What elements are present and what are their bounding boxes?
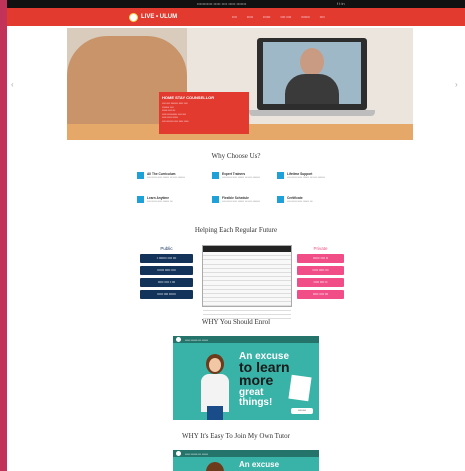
private-button[interactable]: •••••• •••• •• [297,254,344,263]
feature-icon [137,172,144,179]
feature-icon [277,172,284,179]
video-player[interactable]: ••••• ••••••• ••• •••••• An excuse to le… [173,336,319,420]
feature-item: Certificate •••• •••••• ••••• ••••••• ••• [277,196,347,216]
nav-item[interactable]: •••• [320,15,325,19]
video-section-title: WHY You Should Enrol [201,318,271,326]
comparison-table [202,245,292,319]
feature-icon [212,196,219,203]
feature-item: Flexible Schedule •••• •••••• ••••• •••••… [212,196,282,216]
slider-next-icon[interactable]: › [455,80,458,89]
top-info-bar: ••••••••••• ••••• •••• ••••• ••••••• f t… [7,0,465,8]
site-logo[interactable]: LIVE • ULUM [129,11,177,23]
hero-heading: HOME STAY COUNSELLOR [162,95,215,100]
video-sign-button[interactable]: •••• •••• [291,408,313,414]
private-heading: Private [313,246,328,251]
nav-item[interactable]: ••••••• [301,15,310,19]
nav-item[interactable]: •••• •••• [280,15,291,19]
public-heading: Public [160,246,173,251]
compare-title: Helping Each Regular Future [194,226,278,234]
feature-item: Expert Trainers •••• •••••• ••••• •••••••… [212,172,282,192]
hero-caption: HOME STAY COUNSELLOR •••• •••• •••••••• … [159,92,249,134]
feature-item: All The Curriculum •••• •••••• ••••• ••••… [137,172,207,192]
feature-icon [137,196,144,203]
nav-item[interactable]: ••••• [247,15,253,19]
video-section-title: WHY It's Easy To Join My Own Tutor [182,432,290,440]
private-button[interactable]: ••••• •••• •• [297,278,344,287]
hero-line: •••• •••••••• •••• ••••• ••••• [162,119,189,123]
feature-item: Lifetime Support •••• •••••• ••••• ••••••… [277,172,347,192]
video-player[interactable]: ••••• ••••••• ••• •••••• An excuse [173,450,319,471]
page: ••••••••••• ••••• •••• ••••• ••••••• f t… [7,0,465,471]
logo-icon [129,12,138,22]
public-button[interactable]: ••••• •••• • ••• [140,278,193,287]
logo-text: LIVE • ULUM [141,14,178,20]
contact-info: ••••••••••• ••••• •••• ••••• ••••••• [197,1,247,6]
video-title[interactable]: ••••• ••••••• ••• •••••• [185,338,208,342]
private-button[interactable]: ••••• •••• ••• [297,290,344,299]
public-button[interactable]: •••••• ••••• •••• [140,266,193,275]
public-button[interactable]: ••••• •••• •••••• [140,290,193,299]
slider-prev-icon[interactable]: ‹ [11,80,14,89]
feature-item: Learn Anytime •••• •••••• ••••• ••••••• •… [137,196,207,216]
channel-avatar-icon [176,451,181,456]
channel-avatar-icon [176,337,181,342]
video-title[interactable]: ••••• ••••••• ••• •••••• [185,452,208,456]
video-headline: An excuse [239,460,280,469]
social-icons[interactable]: f t in [337,0,345,8]
main-navigation: LIVE • ULUM •••• ••••• •••••• •••• •••• … [7,8,465,26]
feature-icon [212,172,219,179]
feature-icon [277,196,284,203]
nav-item[interactable]: •••••• [263,15,270,19]
video-headline: An excuse to learn more great things! [239,351,290,408]
public-button[interactable]: • ••••••• •••• ••• [140,254,193,263]
nav-menu: •••• ••••• •••••• •••• •••• ••••••• •••• [232,8,325,26]
paper-icon [288,374,312,402]
private-button[interactable]: ••••• ••••• ••• [297,266,344,275]
nav-item[interactable]: •••• [232,15,237,19]
why-title: Why Choose Us? [211,152,261,160]
